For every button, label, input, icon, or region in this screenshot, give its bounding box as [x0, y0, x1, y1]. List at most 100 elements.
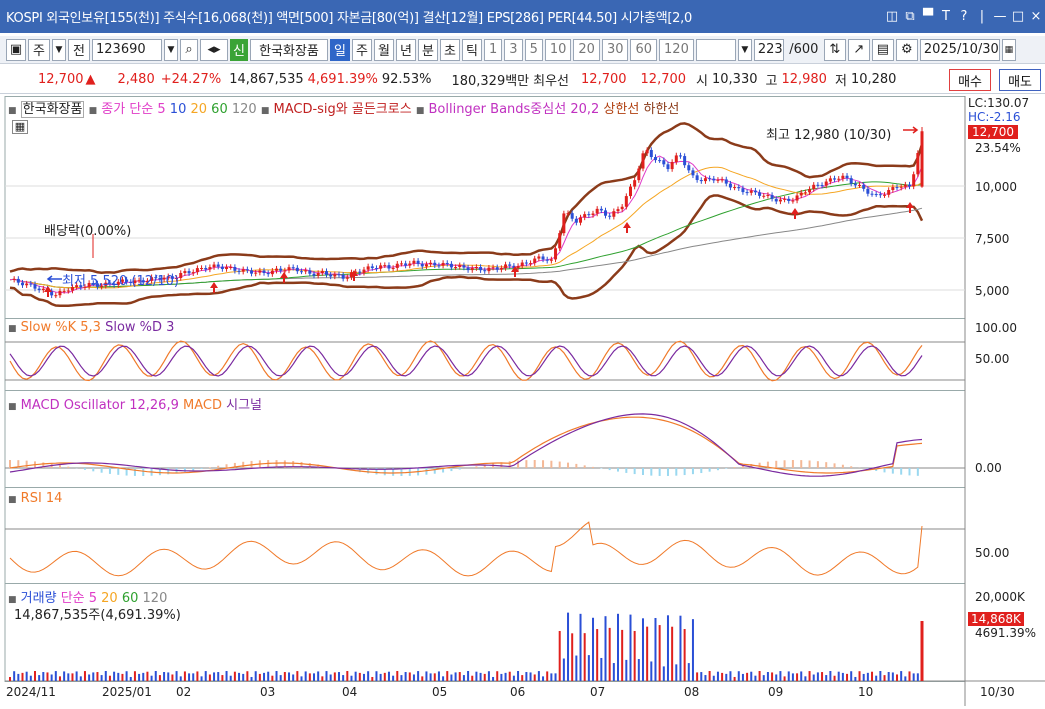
- speaker-icon[interactable]: ◂▸: [200, 39, 228, 61]
- candle-body: [562, 213, 565, 233]
- macd-oscillator-bar: [567, 463, 569, 468]
- tab-day[interactable]: 일: [330, 39, 350, 61]
- candle-body: [662, 160, 665, 164]
- tab-year[interactable]: 년: [396, 39, 416, 61]
- interval-30[interactable]: 30: [602, 39, 629, 61]
- candle-body: [787, 199, 790, 201]
- volume-bar: [821, 672, 823, 681]
- candle-body: [712, 179, 715, 181]
- font-icon[interactable]: T: [937, 9, 955, 24]
- pin-icon[interactable]: ▀: [919, 9, 937, 24]
- candle-body: [475, 267, 478, 268]
- candle-body: [637, 169, 640, 181]
- candle-body: [500, 268, 503, 270]
- macd-oscillator-bar: [192, 468, 194, 470]
- interval-5[interactable]: 5: [525, 39, 543, 61]
- volume-bar: [584, 633, 586, 681]
- volume-bar: [909, 671, 911, 681]
- volume-bar: [192, 673, 194, 681]
- candle-body: [408, 264, 411, 266]
- volume-bar: [588, 655, 590, 681]
- interval-60[interactable]: 60: [630, 39, 657, 61]
- macd-oscillator-bar: [525, 460, 527, 468]
- tab-second[interactable]: 초: [440, 39, 460, 61]
- tab-week[interactable]: 주: [352, 39, 372, 61]
- search-icon[interactable]: ⌕: [180, 39, 198, 61]
- candle-body: [492, 267, 495, 268]
- chevron-down-icon[interactable]: ▼: [164, 39, 178, 61]
- rsi-legend: ■ RSI 14: [8, 491, 62, 506]
- toolbar: ▣ 주 ▼ 전 123690 ▼ ⌕ ◂▸ 신 한국화장품 일 주 월 년 분 …: [0, 36, 1045, 64]
- golden-cross-arrow: [280, 272, 288, 283]
- candle-body: [288, 267, 291, 270]
- candle-body: [250, 270, 253, 273]
- volume-bar: [621, 630, 623, 681]
- candle-body: [808, 189, 811, 192]
- minimize-icon[interactable]: —: [991, 9, 1009, 24]
- volume-bar: [63, 671, 65, 681]
- interval-3[interactable]: 3: [504, 39, 522, 61]
- interval-10[interactable]: 10: [545, 39, 572, 61]
- candle-body: [775, 199, 778, 202]
- stock-name: 한국화장품: [250, 39, 328, 61]
- candle-body: [862, 185, 865, 189]
- help-icon[interactable]: ?: [955, 9, 973, 24]
- count-input[interactable]: 223: [754, 39, 784, 61]
- buy-button[interactable]: 매수: [949, 69, 991, 91]
- interval-20[interactable]: 20: [573, 39, 600, 61]
- interval-select[interactable]: [696, 39, 736, 61]
- line-tool-icon[interactable]: ↗: [848, 39, 870, 61]
- gear-icon[interactable]: ⚙: [896, 39, 918, 61]
- macd-oscillator-bar: [575, 464, 577, 468]
- maximize-icon[interactable]: □: [1009, 9, 1027, 24]
- chart-menu-icon[interactable]: ▣: [6, 39, 26, 61]
- candle-body: [804, 192, 807, 193]
- volume-bar: [313, 673, 315, 681]
- candle-body: [196, 268, 199, 272]
- close-icon[interactable]: ×: [1027, 9, 1045, 24]
- volume-bar: [242, 674, 244, 681]
- tab-tick[interactable]: 틱: [462, 39, 482, 61]
- tab-month[interactable]: 월: [374, 39, 394, 61]
- tab-minute[interactable]: 분: [418, 39, 438, 61]
- all-button[interactable]: 전: [68, 39, 90, 61]
- candle-body: [850, 178, 853, 183]
- volume-bar: [51, 674, 53, 681]
- new-button[interactable]: 신: [230, 39, 248, 61]
- candle-body: [246, 269, 249, 270]
- grid-icon[interactable]: ▦: [12, 120, 28, 134]
- candle-body: [721, 179, 724, 180]
- volume-bar: [201, 676, 203, 681]
- code-input[interactable]: 123690: [92, 39, 162, 61]
- indicator-icon[interactable]: ⇅: [824, 39, 846, 61]
- macd-oscillator-bar: [684, 468, 686, 475]
- volume-bar: [834, 676, 836, 681]
- interval-120[interactable]: 120: [659, 39, 694, 61]
- volume-bar: [188, 673, 190, 681]
- restore-icon[interactable]: ⧉: [901, 9, 919, 24]
- candle-body: [716, 180, 719, 181]
- volume-bar: [742, 674, 744, 681]
- chevron-down-icon[interactable]: ▼: [738, 39, 752, 61]
- chevron-down-icon[interactable]: ▼: [52, 39, 66, 61]
- volume-bar: [271, 676, 273, 681]
- volume-bar: [667, 615, 669, 681]
- volume-bar: [892, 672, 894, 681]
- candle-body: [816, 185, 819, 186]
- candle-body: [883, 195, 886, 196]
- save-icon[interactable]: ▤: [872, 39, 894, 61]
- volume-bar: [879, 671, 881, 681]
- macd-oscillator-bar: [209, 467, 211, 468]
- calendar-icon[interactable]: ▦: [1002, 39, 1016, 61]
- sell-button[interactable]: 매도: [999, 69, 1041, 91]
- legend-ma60: 60: [211, 102, 228, 117]
- date-input[interactable]: 2025/10/30: [920, 39, 1000, 61]
- period-select[interactable]: 주: [28, 39, 50, 61]
- candle-body: [188, 271, 191, 273]
- volume-bar: [217, 672, 219, 681]
- low-label: 저: [835, 70, 847, 89]
- interval-1[interactable]: 1: [484, 39, 502, 61]
- candle-body: [783, 199, 786, 200]
- layout-icon[interactable]: ◫: [883, 9, 901, 24]
- chart-area[interactable]: ■ 한국화장품 ■ 종가 단순 5 10 20 60 120 ■ MACD-si…: [0, 96, 1045, 706]
